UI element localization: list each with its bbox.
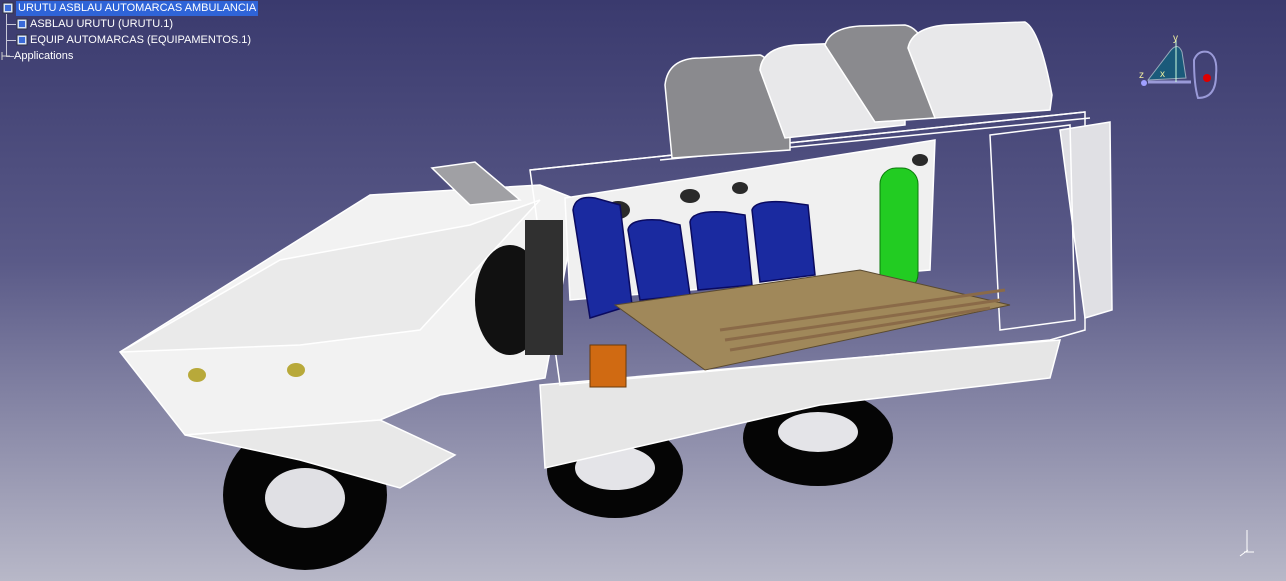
- compass-x-label: x: [1160, 69, 1165, 80]
- 3d-viewport[interactable]: [0, 0, 1286, 581]
- product-node-icon: [2, 2, 14, 14]
- tree-root-node[interactable]: URUTU ASBLAU AUTOMARCAS AMBULANCIA: [2, 1, 259, 16]
- tree-node-applications[interactable]: Applications: [0, 49, 73, 64]
- compass-z-label: z: [1139, 70, 1144, 81]
- tree-node-label: Applications: [14, 50, 74, 62]
- axis-triad-icon: [1239, 530, 1254, 557]
- tree-node-equip[interactable]: EQUIP AUTOMARCAS (EQUIPAMENTOS.1): [16, 33, 251, 48]
- product-node-icon: [16, 34, 28, 46]
- applications-icon: [1, 52, 10, 60]
- oxygen-tank: [879, 167, 919, 291]
- product-node-icon: [16, 18, 28, 30]
- tree-node-label: EQUIP AUTOMARCAS (EQUIPAMENTOS.1): [30, 34, 252, 46]
- orange-case: [589, 344, 627, 388]
- compass-y-label: y: [1173, 33, 1178, 44]
- tree-node-urutu[interactable]: ASBLAU URUTU (URUTU.1): [16, 17, 173, 32]
- compass-icon[interactable]: y x z: [1136, 30, 1226, 105]
- tree-root-label: URUTU ASBLAU AUTOMARCAS AMBULANCIA: [16, 1, 259, 16]
- tree-node-label: ASBLAU URUTU (URUTU.1): [30, 18, 174, 30]
